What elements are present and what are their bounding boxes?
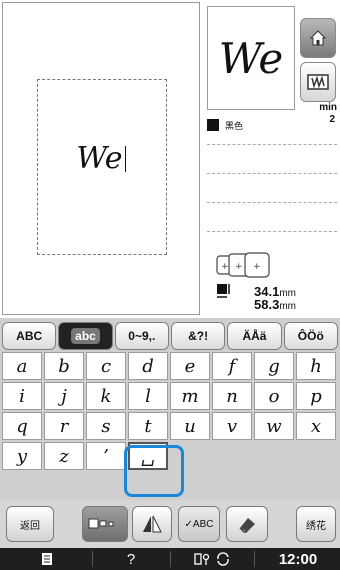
home-button[interactable] [300, 18, 336, 58]
preview-text: We [218, 33, 284, 83]
key-z[interactable]: z [44, 442, 84, 470]
settings-button[interactable] [172, 548, 252, 570]
clock: 12:00 [278, 550, 318, 568]
frame-size-icon: + + + [216, 252, 270, 278]
color-list-divider [207, 144, 337, 145]
key-u[interactable]: u [170, 412, 210, 440]
bottom-toolbar: 返回 ✓ABC 绣花 [0, 500, 340, 548]
key-m[interactable]: m [170, 382, 210, 410]
key-c[interactable]: c [86, 352, 126, 380]
thread-color-label: 黑色 [225, 121, 244, 131]
embroider-label: 绣花 [306, 520, 326, 532]
key-h[interactable]: h [296, 352, 336, 380]
eraser-icon [239, 518, 255, 533]
array-icon [88, 518, 114, 529]
key-r[interactable]: r [44, 412, 84, 440]
status-divider [92, 551, 93, 567]
key-i[interactable]: i [2, 382, 42, 410]
space-key-highlight [124, 445, 184, 497]
mirror-icon [143, 515, 162, 533]
array-button[interactable] [82, 506, 128, 542]
color-list-divider [207, 231, 337, 232]
character-tabs: ABC abc 0~9,. &?! ÄÅä ÔÖö [2, 322, 338, 350]
pattern-size-icon [217, 284, 230, 298]
key-k[interactable]: k [86, 382, 126, 410]
edit-text-area[interactable]: We [3, 3, 199, 314]
manual-button[interactable] [4, 548, 90, 570]
settings-icon [194, 553, 210, 565]
time-value: 2 [329, 114, 335, 125]
edit-text: We [76, 141, 123, 176]
home-icon [309, 30, 327, 46]
help-button[interactable]: ? [94, 548, 168, 570]
key-x[interactable]: x [296, 412, 336, 440]
key-o[interactable]: o [254, 382, 294, 410]
key-b[interactable]: b [44, 352, 84, 380]
svg-text:+: + [221, 262, 229, 272]
key-t[interactable]: t [128, 412, 168, 440]
tab-accented-a[interactable]: ÄÅä [227, 322, 282, 350]
refresh-icon [217, 552, 229, 566]
key-a[interactable]: a [2, 352, 42, 380]
check-abc-label: ✓ABC [184, 518, 214, 530]
status-divider [254, 551, 255, 567]
key-f[interactable]: f [212, 352, 252, 380]
color-list-divider [207, 173, 337, 174]
pattern-width: 58.3mm [254, 297, 296, 312]
back-label: 返回 [20, 520, 40, 532]
key-apostrophe[interactable]: ’ [86, 442, 126, 470]
tab-uppercase[interactable]: ABC [2, 322, 57, 350]
stitch-view-icon [307, 74, 329, 90]
thread-color-swatch [207, 119, 219, 131]
key-n[interactable]: n [212, 382, 252, 410]
key-e[interactable]: e [170, 352, 210, 380]
key-d[interactable]: d [128, 352, 168, 380]
status-bar: ? 12:00 [0, 548, 340, 570]
key-j[interactable]: j [44, 382, 84, 410]
key-v[interactable]: v [212, 412, 252, 440]
tab-accented-o[interactable]: ÔÖö [283, 322, 338, 350]
key-q[interactable]: q [2, 412, 42, 440]
top-area: We We 黑色 min 2 + + + 34.1mm 58.3mm [0, 0, 340, 318]
svg-text:+: + [253, 262, 261, 272]
back-button[interactable]: 返回 [6, 506, 54, 542]
status-divider [170, 551, 171, 567]
edit-panel: We [2, 2, 200, 315]
help-icon: ? [126, 550, 136, 568]
embroider-button[interactable]: 绣花 [296, 506, 336, 542]
tab-numbers[interactable]: 0~9,. [114, 322, 169, 350]
mirror-button[interactable] [132, 506, 172, 542]
document-icon [42, 553, 52, 565]
key-s[interactable]: s [86, 412, 126, 440]
tab-symbols[interactable]: &?! [170, 322, 226, 350]
key-y[interactable]: y [2, 442, 42, 470]
key-l[interactable]: l [128, 382, 168, 410]
key-w[interactable]: w [254, 412, 294, 440]
key-p[interactable]: p [296, 382, 336, 410]
stitch-view-button[interactable] [300, 62, 336, 102]
time-label: min [319, 102, 337, 113]
tab-lowercase[interactable]: abc [58, 322, 113, 350]
text-cursor [124, 145, 126, 172]
check-abc-button[interactable]: ✓ABC [178, 506, 220, 542]
svg-text:+: + [235, 262, 243, 272]
thread-color-row: 黑色 min 2 [207, 102, 337, 136]
color-list-divider [207, 202, 337, 203]
key-g[interactable]: g [254, 352, 294, 380]
pattern-preview: We [207, 6, 295, 110]
delete-button[interactable] [226, 506, 268, 542]
